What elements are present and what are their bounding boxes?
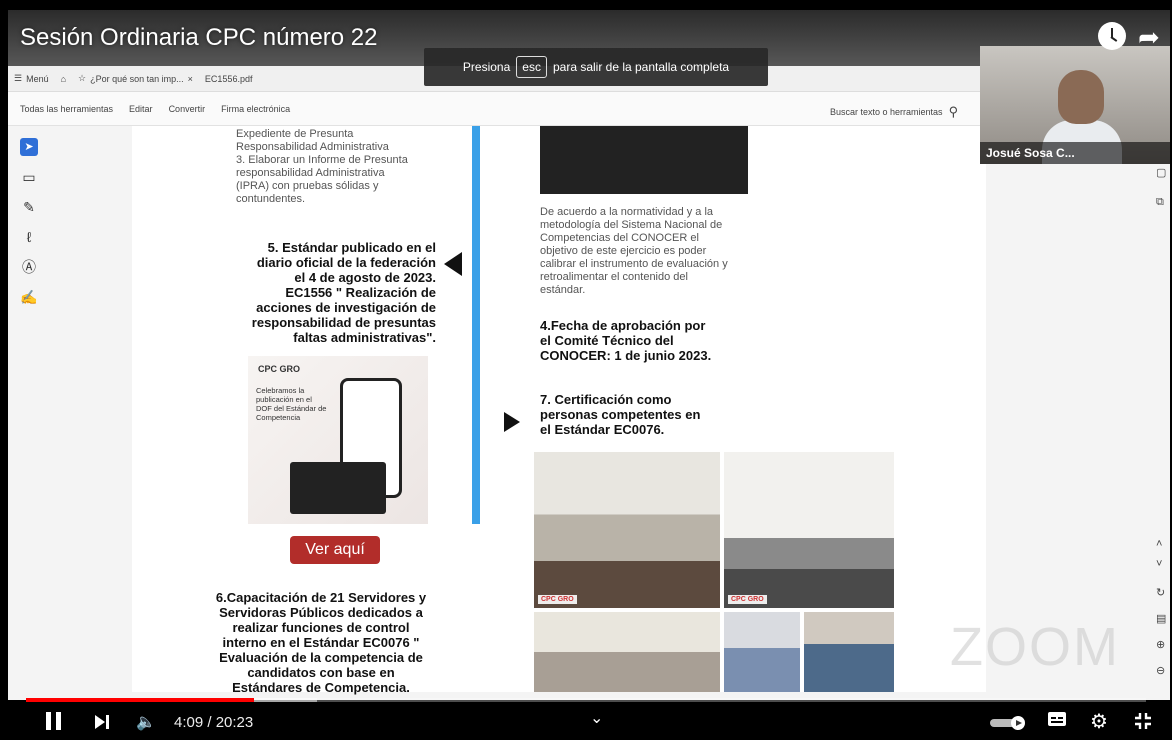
refresh-icon[interactable]: ↻	[1156, 586, 1165, 599]
arrow-right-icon	[504, 412, 520, 432]
exit-fullscreen-icon[interactable]	[1134, 712, 1152, 735]
right-paragraph: De acuerdo a la normatividad y a la meto…	[540, 206, 728, 296]
progress-bar[interactable]	[26, 698, 1146, 702]
time-display: 4:09 / 20:23	[174, 714, 254, 731]
participant-name: Josué Sosa C...	[980, 142, 1170, 164]
star-icon: ☆	[78, 73, 87, 83]
item-7-heading: 7. Certificación como personas competent…	[540, 392, 701, 437]
progress-played	[26, 698, 255, 702]
copy-icon[interactable]: ⧉	[1156, 196, 1164, 209]
next-icon[interactable]	[94, 714, 110, 730]
menu-button[interactable]: ☰ Menú	[14, 73, 49, 84]
autoplay-toggle-icon[interactable]	[990, 716, 1030, 730]
signature-icon[interactable]: ✍	[20, 288, 38, 306]
photo-group	[724, 612, 800, 692]
item-5-heading: 5. Estándar publicado en el diario ofici…	[251, 240, 436, 345]
photo-workspace	[534, 612, 720, 692]
photo-badge: CPC GRO	[728, 595, 767, 604]
watch-later-icon[interactable]	[1098, 22, 1126, 50]
left-list-text: Expediente de Presunta Responsabilidad A…	[236, 128, 408, 205]
pen-icon[interactable]: ✎	[20, 198, 38, 216]
zoom-meeting-screenshot	[540, 126, 748, 194]
all-tools-button[interactable]: Todas las herramientas	[20, 104, 113, 114]
ver-aqui-button[interactable]: Ver aquí	[290, 536, 380, 564]
edit-button[interactable]: Editar	[129, 104, 153, 114]
video-player[interactable]: Sesión Ordinaria CPC número 22 ➦ Presion…	[0, 0, 1172, 740]
text-box-icon[interactable]: Ⓐ	[20, 258, 38, 276]
tab-document-1[interactable]: ☆ ¿Por qué son tan imp... ×	[78, 73, 193, 84]
player-controls: 🔈 4:09 / 20:23 ⌄ ⚙	[0, 704, 1172, 740]
search-tools-field[interactable]: Buscar texto o herramientas ⚲	[830, 104, 958, 120]
menu-label: Menú	[26, 73, 49, 84]
participant-video: Josué Sosa C...	[980, 46, 1170, 164]
tab-label: ¿Por qué son tan imp...	[90, 73, 184, 84]
participant-head	[1058, 70, 1104, 124]
search-tools-label: Buscar texto o herramientas	[830, 107, 943, 117]
zoom-in-icon[interactable]: ⊕	[1156, 638, 1165, 651]
home-icon[interactable]: ⌂	[61, 74, 66, 84]
page-thumbnail-icon[interactable]: ▤	[1156, 612, 1166, 625]
tool-rail: ➤ ▭ ✎ ℓ Ⓐ ✍	[14, 138, 44, 338]
page-up-icon[interactable]: ˄	[1156, 538, 1162, 550]
convert-button[interactable]: Convertir	[169, 104, 206, 114]
poster-caption: Celebramos la publicación en el DOF del …	[256, 386, 327, 422]
item-4-heading: 4.Fecha de aprobación por el Comité Técn…	[540, 318, 712, 363]
tab-document-2[interactable]: EC1556.pdf	[205, 74, 253, 84]
right-side-rail: ▢ ⧉ ˄ ˅ ↻ ▤ ⊕ ⊖	[1154, 166, 1170, 696]
item-6-heading: 6.Capacitación de 21 Servidores y Servid…	[215, 590, 427, 695]
hamburger-icon: ☰	[14, 73, 23, 83]
fullscreen-exit-banner: Presiona esc para salir de la pantalla c…	[424, 48, 768, 86]
poster-image: CPC GRO Celebramos la publicación en el …	[248, 356, 428, 524]
pause-icon[interactable]	[46, 712, 62, 730]
subtitles-icon[interactable]	[1048, 712, 1066, 731]
photo-badge: CPC GRO	[538, 595, 577, 604]
zoom-out-icon[interactable]: ⊖	[1156, 664, 1165, 677]
esc-key: esc	[516, 56, 547, 78]
page-divider	[472, 126, 480, 524]
settings-gear-icon[interactable]: ⚙	[1090, 709, 1108, 734]
share-icon[interactable]: ➦	[1138, 22, 1160, 53]
banner-suffix: para salir de la pantalla completa	[552, 60, 730, 74]
video-call-mockup	[290, 462, 386, 514]
poster-logo: CPC GRO	[258, 364, 301, 374]
bookmark-icon[interactable]: ▢	[1156, 166, 1166, 179]
volume-icon[interactable]: 🔈	[136, 712, 156, 732]
arrow-left-icon	[444, 252, 462, 276]
comment-icon[interactable]: ▭	[20, 168, 38, 186]
photo-certificate	[804, 612, 894, 692]
page-down-icon[interactable]: ˅	[1156, 558, 1162, 570]
search-icon: ⚲	[948, 104, 959, 119]
photo-office: CPC GRO	[724, 452, 894, 608]
photo-meeting-room: CPC GRO	[534, 452, 720, 608]
esign-button[interactable]: Firma electrónica	[221, 104, 290, 114]
video-title[interactable]: Sesión Ordinaria CPC número 22	[20, 24, 378, 52]
tab-label: EC1556.pdf	[204, 73, 253, 84]
close-icon[interactable]: ×	[188, 74, 193, 84]
chevron-down-icon[interactable]: ⌄	[590, 708, 603, 728]
zoom-watermark: ZOOM	[950, 617, 1120, 677]
lasso-icon[interactable]: ℓ	[20, 228, 38, 246]
select-cursor-icon[interactable]: ➤	[20, 138, 38, 156]
banner-prefix: Presiona	[462, 60, 511, 74]
